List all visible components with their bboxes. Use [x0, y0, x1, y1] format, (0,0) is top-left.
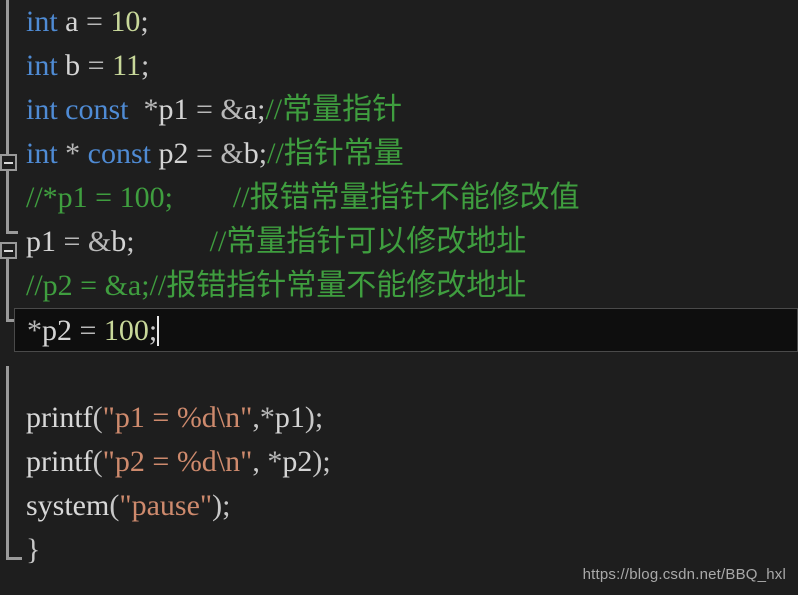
token-op: * — [267, 445, 283, 478]
token-kw: int — [26, 137, 58, 170]
token-kw: int — [26, 49, 58, 82]
token-num: 11 — [112, 49, 141, 82]
token-punct: ); — [304, 401, 324, 434]
token-punct: ); — [212, 489, 231, 522]
token-ident: p1 — [274, 401, 305, 434]
token-punct: ( — [92, 445, 103, 478]
code-line[interactable]: int * const p2 = &b;//指针常量 — [0, 132, 798, 176]
token-str: "pause" — [119, 489, 213, 522]
token-str: "p2 = %d\n" — [102, 445, 253, 478]
token-punct: ; — [258, 137, 268, 170]
token-ident: p2 — [158, 137, 189, 170]
token-op: & — [220, 137, 244, 170]
token-op: = — [78, 5, 111, 38]
token-op: & — [220, 93, 244, 126]
code-line[interactable] — [0, 352, 798, 396]
token-kw: int const — [26, 93, 129, 126]
code-line[interactable]: //p2 = &a;//报错指针常量不能修改地址 — [0, 264, 798, 308]
token-punct: ); — [312, 445, 331, 478]
token-num: 10 — [110, 5, 141, 38]
token-kw: const — [87, 137, 151, 170]
token-ident: a — [243, 93, 258, 126]
token-ident: p1 — [26, 225, 56, 258]
code-line-current[interactable]: *p2 = 100; — [14, 308, 798, 352]
token-ident: p2 — [42, 314, 72, 347]
token-op — [135, 225, 210, 258]
token-op — [129, 93, 144, 126]
watermark-text: https://blog.csdn.net/BBQ_hxl — [582, 566, 786, 583]
code-line[interactable]: int a = 10; — [0, 0, 798, 44]
token-fn: system — [26, 489, 110, 522]
token-kw: int — [26, 5, 58, 38]
token-op: * — [27, 314, 42, 347]
code-line[interactable]: p1 = &b; //常量指针可以修改地址 — [0, 220, 798, 264]
code-editor[interactable]: int a = 10; int b = 11; int const *p1 = &a… — [0, 0, 798, 595]
token-ident: p2 — [282, 445, 313, 478]
token-comment: //*p1 = 100; //报错常量指针不能修改值 — [26, 181, 580, 214]
token-op — [151, 137, 159, 170]
token-punct: ; — [148, 314, 158, 347]
token-comment: //p2 = &a;//报错指针常量不能修改地址 — [26, 269, 527, 302]
token-punct: ( — [92, 401, 103, 434]
token-op: * — [143, 93, 159, 126]
token-punct: , — [252, 445, 268, 478]
code-line[interactable]: printf("p1 = %d\n",*p1); — [0, 396, 798, 440]
text-cursor — [157, 316, 160, 346]
token-op: * — [259, 401, 275, 434]
token-comment: //指针常量 — [267, 137, 404, 170]
token-punct: ; — [140, 49, 150, 82]
token-fn: printf — [26, 401, 93, 434]
token-ident: a — [65, 5, 79, 38]
token-ident: b — [111, 225, 127, 258]
code-line[interactable]: printf("p2 = %d\n", *p2); — [0, 440, 798, 484]
token-fn: printf — [26, 445, 93, 478]
token-op: = — [56, 225, 88, 258]
token-op: = — [188, 93, 221, 126]
code-line[interactable]: //*p1 = 100; //报错常量指针不能修改值 — [0, 176, 798, 220]
token-ident: p1 — [158, 93, 189, 126]
token-comment: //常量指针可以修改地址 — [209, 225, 527, 258]
token-punct: ( — [109, 489, 120, 522]
code-line[interactable]: int b = 11; — [0, 44, 798, 88]
token-op: = — [188, 137, 221, 170]
token-op: = — [72, 314, 104, 347]
token-op: * — [57, 137, 88, 170]
token-punct: , — [252, 401, 260, 434]
token-comment: //常量指针 — [265, 93, 403, 126]
code-line[interactable]: system("pause"); — [0, 484, 798, 528]
token-str: "p1 = %d\n" — [102, 401, 253, 434]
token-ident: b — [65, 49, 81, 82]
token-punct: ; — [126, 225, 135, 258]
token-punct: } — [26, 533, 41, 566]
code-line[interactable]: int const *p1 = &a;//常量指针 — [0, 88, 798, 132]
token-punct: ; — [140, 5, 149, 38]
token-num: 100 — [103, 314, 149, 347]
token-ident: b — [243, 137, 259, 170]
token-op: = — [80, 49, 113, 82]
code-lines[interactable]: int a = 10; int b = 11; int const *p1 = &a… — [0, 0, 798, 572]
token-op: & — [87, 225, 112, 258]
